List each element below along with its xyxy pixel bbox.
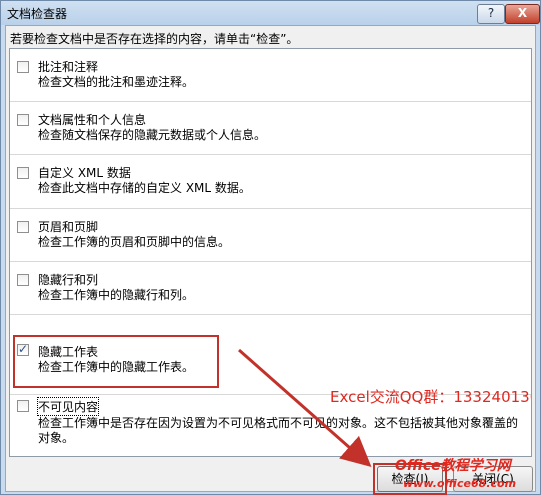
item-description: 检查此文档中存储的自定义 XML 数据。 <box>38 181 251 195</box>
document-inspector-window: 文档检查器 ? X 若要检查文档中是否存在选择的内容，请单击“检查”。 批注和注… <box>0 0 541 495</box>
checkbox-hidden-rows-cols[interactable] <box>17 274 29 286</box>
highlight-hidden-sheets <box>13 335 219 388</box>
item-title: 自定义 XML 数据 <box>38 166 131 180</box>
item-title: 不可见内容 <box>36 397 100 416</box>
inspection-list: 批注和注释 检查文档的批注和墨迹注释。 文档属性和个人信息 检查随文档保存的隐藏… <box>9 48 532 457</box>
item-title: 批注和注释 <box>38 60 99 74</box>
qq-group-watermark: Excel交流QQ群：133240130 <box>330 388 532 406</box>
checkbox-invisible-content[interactable] <box>17 400 29 412</box>
list-item-comments: 批注和注释 检查文档的批注和墨迹注释。 <box>10 49 531 102</box>
list-item-hidden-rows-cols: 隐藏行和列 检查工作簿中的隐藏行和列。 <box>10 262 531 315</box>
list-item-header-footer: 页眉和页脚 检查工作簿的页眉和页脚中的信息。 <box>10 209 531 262</box>
instruction-text: 若要检查文档中是否存在选择的内容，请单击“检查”。 <box>10 32 299 46</box>
site-url-watermark: www.office68.com <box>403 477 517 490</box>
help-button[interactable]: ? <box>477 4 505 24</box>
list-item-custom-xml: 自定义 XML 数据 检查此文档中存储的自定义 XML 数据。 <box>10 155 531 209</box>
list-item-properties: 文档属性和个人信息 检查随文档保存的隐藏元数据或个人信息。 <box>10 102 531 155</box>
close-window-button[interactable]: X <box>505 4 540 24</box>
item-description: 检查工作簿中的隐藏行和列。 <box>38 288 195 302</box>
checkbox-header-footer[interactable] <box>17 221 29 233</box>
site-logo-watermark: Office教程学习网 <box>395 458 511 474</box>
item-title: 页眉和页脚 <box>38 220 99 234</box>
item-description: 检查工作簿中是否存在因为设置为不可见格式而不可见的对象。这不包括被其他对象覆盖的… <box>38 416 519 445</box>
checkbox-comments[interactable] <box>17 61 29 73</box>
window-title: 文档检查器 <box>7 7 68 21</box>
item-title: 文档属性和个人信息 <box>38 113 147 127</box>
dialog-body: 若要检查文档中是否存在选择的内容，请单击“检查”。 批注和注释 检查文档的批注和… <box>5 25 536 492</box>
item-description: 检查随文档保存的隐藏元数据或个人信息。 <box>38 128 267 142</box>
item-title: 隐藏行和列 <box>38 273 99 287</box>
title-bar: 文档检查器 ? X <box>1 1 540 25</box>
item-description: 检查工作簿的页眉和页脚中的信息。 <box>38 235 231 249</box>
item-description: 检查文档的批注和墨迹注释。 <box>38 75 195 89</box>
checkbox-properties[interactable] <box>17 114 29 126</box>
checkbox-custom-xml[interactable] <box>17 167 29 179</box>
